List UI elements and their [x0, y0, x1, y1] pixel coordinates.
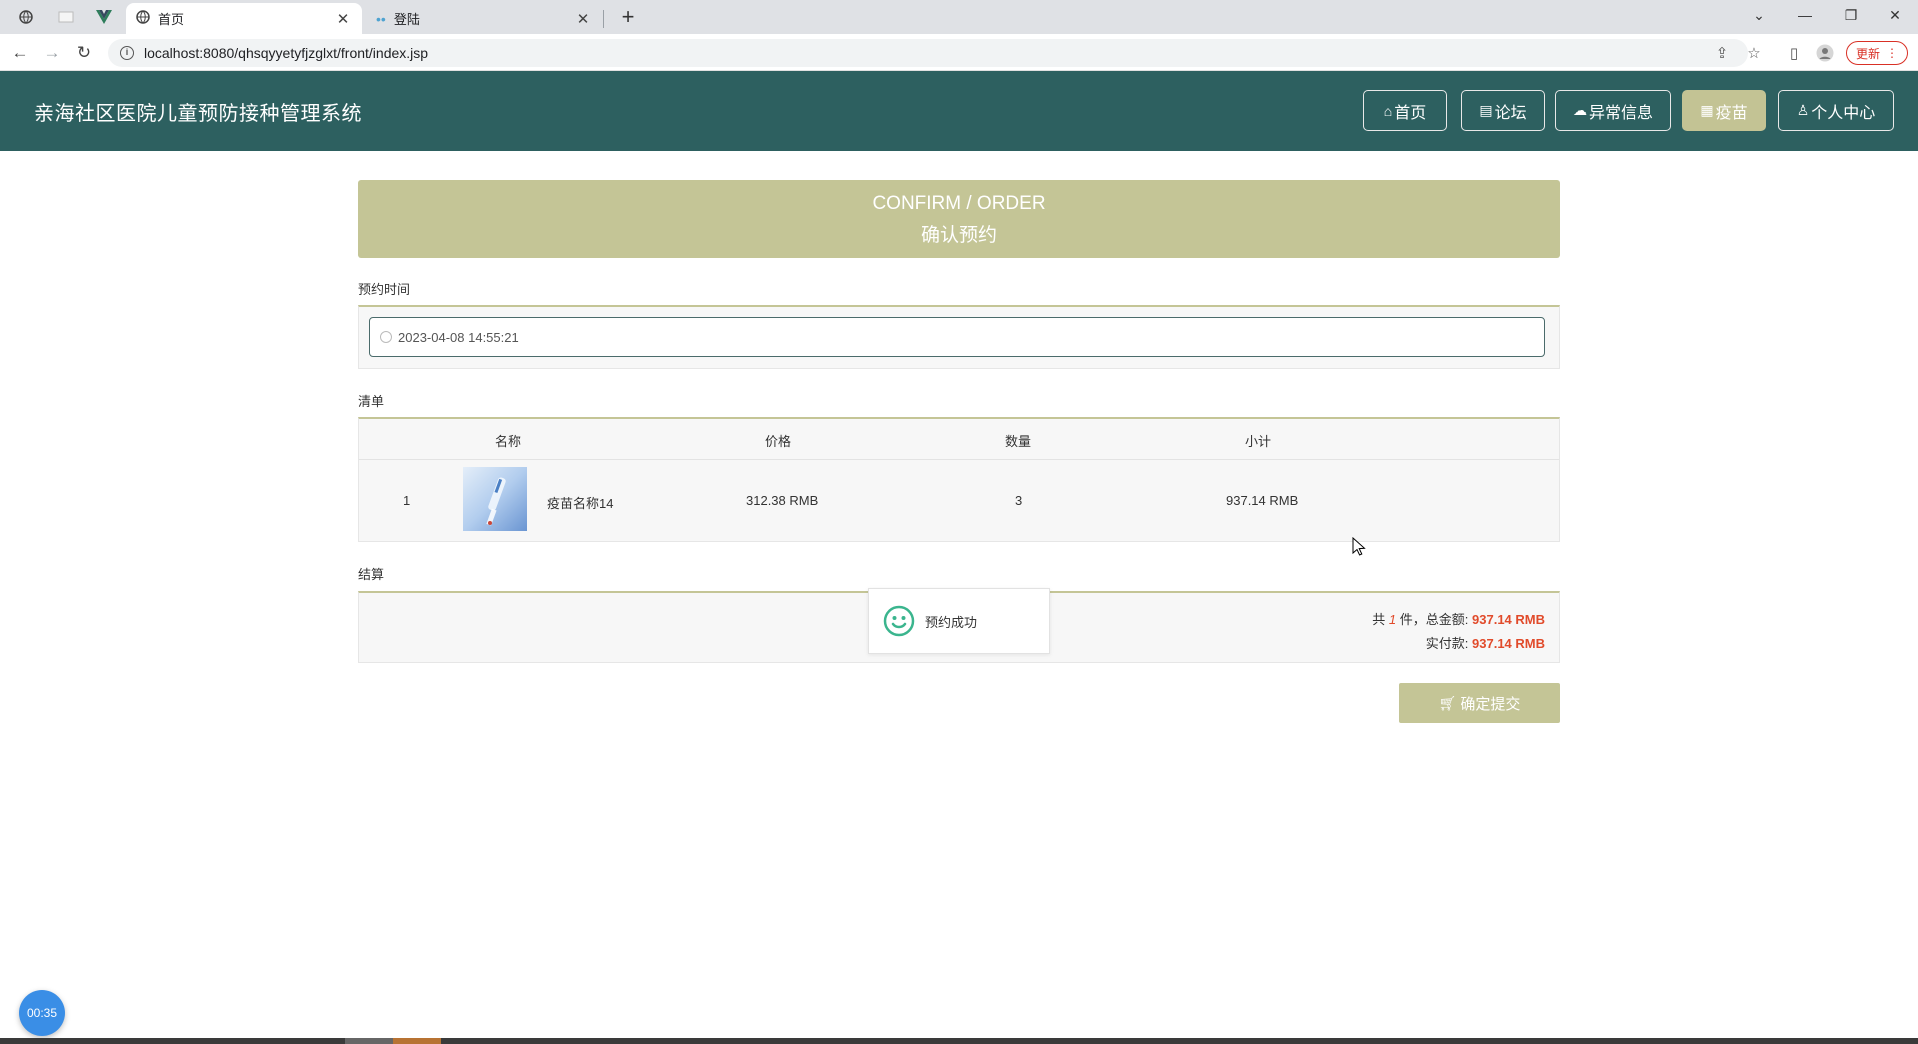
order-list-label: 清单	[358, 394, 385, 409]
taskbar-edge	[0, 1038, 1918, 1044]
nav-vaccine[interactable]: ▦ 疫苗	[1682, 90, 1766, 131]
submit-label: 确定提交	[1460, 695, 1521, 713]
cart-icon: 🛒︎	[1438, 694, 1457, 711]
close-window-button[interactable]: ✕	[1872, 0, 1918, 30]
banner-title-en: CONFIRM / ORDER	[872, 193, 1046, 214]
tab-title: 登陆	[393, 12, 420, 27]
tab-home[interactable]: 首页 ✕	[126, 3, 362, 34]
nav-home[interactable]: ⌂ 首页	[1363, 90, 1447, 131]
nav-personal-center[interactable]: ♙ 个人中心	[1778, 90, 1894, 131]
row-quantity: 3	[1015, 493, 1023, 508]
total-summary: 共 1 件，总金额: 937.14 RMB	[1372, 609, 1545, 628]
dots-favicon-icon: ••	[376, 10, 386, 27]
column-header-name: 名称	[495, 434, 522, 449]
update-button[interactable]: 更新 ⋮	[1846, 41, 1908, 65]
tab-title: 首页	[158, 12, 185, 27]
header-divider	[359, 459, 1559, 460]
nav-exception-info[interactable]: ☁ 异常信息	[1555, 90, 1671, 131]
appointment-time-panel: 2023-04-08 14:55:21	[358, 305, 1560, 369]
forward-arrow-icon[interactable]: →	[38, 39, 66, 67]
nav-label: 疫苗	[1715, 104, 1748, 122]
nav-forum[interactable]: ▤ 论坛	[1461, 90, 1545, 131]
cloud-icon: ☁	[1572, 102, 1587, 118]
timer-badge[interactable]: 00:35	[19, 990, 65, 1036]
vaccine-thumbnail-image	[463, 467, 527, 531]
total-amount: 937.14 RMB	[1472, 612, 1545, 627]
pinned-tab-vue-icon[interactable]	[90, 4, 118, 30]
browser-address-bar: ← → ↻ i localhost:8080/qhsqyyetyfjzglxt/…	[0, 34, 1918, 71]
globe-icon	[136, 10, 150, 27]
more-menu-icon: ⋮	[1886, 46, 1898, 60]
row-price: 312.38 RMB	[746, 493, 819, 508]
close-tab-icon[interactable]: ✕	[334, 10, 352, 28]
appointment-time-value: 2023-04-08 14:55:21	[398, 329, 519, 345]
nav-label: 论坛	[1494, 104, 1527, 122]
site-info-icon[interactable]: i	[120, 46, 134, 60]
confirm-submit-button[interactable]: 🛒︎ 确定提交	[1399, 683, 1560, 723]
browser-tab-bar: 首页 ✕ •• 登陆 ✕ + ⌄ — ❐ ✕	[0, 0, 1918, 34]
side-panel-icon[interactable]: ▯	[1782, 41, 1806, 65]
nav-label: 首页	[1394, 104, 1427, 122]
restore-button[interactable]: ❐	[1828, 0, 1874, 30]
column-header-subtotal: 小计	[1245, 434, 1272, 449]
share-icon[interactable]: ⇪	[1710, 41, 1734, 65]
column-header-quantity: 数量	[1005, 434, 1032, 449]
toast-message: 预约成功	[925, 614, 978, 630]
total-prefix: 共	[1372, 612, 1386, 627]
row-vaccine-name: 疫苗名称14	[547, 496, 614, 511]
clock-icon	[380, 331, 392, 343]
paid-label: 实付款:	[1425, 636, 1469, 651]
url-text: localhost:8080/qhsqyyetyfjzglxt/front/in…	[144, 45, 429, 61]
new-tab-button[interactable]: +	[614, 4, 642, 30]
close-tab-icon[interactable]: ✕	[574, 10, 592, 28]
tab-login[interactable]: •• 登陆 ✕	[366, 3, 602, 34]
column-header-price: 价格	[765, 434, 792, 449]
row-subtotal: 937.14 RMB	[1226, 493, 1299, 508]
total-mid-text: 件，总金额:	[1399, 612, 1469, 627]
site-header: 亲海社区医院儿童预防接种管理系统 ⌂ 首页 ▤ 论坛 ☁ 异常信息 ▦ 疫苗 ♙…	[0, 71, 1918, 151]
tab-separator	[603, 10, 604, 28]
minimize-button[interactable]: —	[1782, 0, 1828, 30]
paid-summary: 实付款: 937.14 RMB	[1426, 633, 1545, 652]
forum-icon: ▤	[1479, 102, 1493, 118]
confirm-order-banner: CONFIRM / ORDER 确认预约	[358, 180, 1560, 258]
user-icon: ♙	[1796, 102, 1810, 118]
mouse-cursor-icon	[1352, 536, 1366, 557]
row-index: 1	[403, 493, 411, 508]
home-icon: ⌂	[1383, 102, 1393, 119]
success-toast: 预约成功	[868, 588, 1050, 654]
item-count: 1	[1388, 612, 1397, 627]
back-arrow-icon[interactable]: ←	[6, 39, 34, 67]
checkout-label: 结算	[358, 567, 385, 582]
site-title: 亲海社区医院儿童预防接种管理系统	[34, 103, 362, 125]
grid-icon: ▦	[1700, 102, 1714, 118]
bookmark-star-icon[interactable]: ☆	[1742, 41, 1766, 65]
tab-search-chevron-icon[interactable]: ⌄	[1736, 0, 1782, 30]
appointment-time-input[interactable]: 2023-04-08 14:55:21	[369, 317, 1545, 357]
pinned-tab-globe-icon[interactable]	[12, 4, 40, 30]
pinned-tab-blank-icon[interactable]	[52, 4, 80, 30]
update-label: 更新	[1855, 46, 1880, 61]
smile-icon	[883, 605, 915, 637]
url-input[interactable]: i localhost:8080/qhsqyyetyfjzglxt/front/…	[108, 39, 1748, 67]
appointment-time-label: 预约时间	[358, 282, 411, 297]
banner-title-cn: 确认预约	[920, 225, 997, 246]
nav-label: 异常信息	[1588, 104, 1653, 122]
reload-icon[interactable]: ↻	[70, 39, 98, 67]
order-list-table: 名称 价格 数量 小计 1 疫苗名称14 312.38 RMB 3 937.14…	[358, 417, 1560, 542]
nav-label: 个人中心	[1811, 104, 1876, 122]
profile-avatar-icon[interactable]	[1813, 41, 1837, 65]
paid-amount: 937.14 RMB	[1472, 636, 1545, 651]
